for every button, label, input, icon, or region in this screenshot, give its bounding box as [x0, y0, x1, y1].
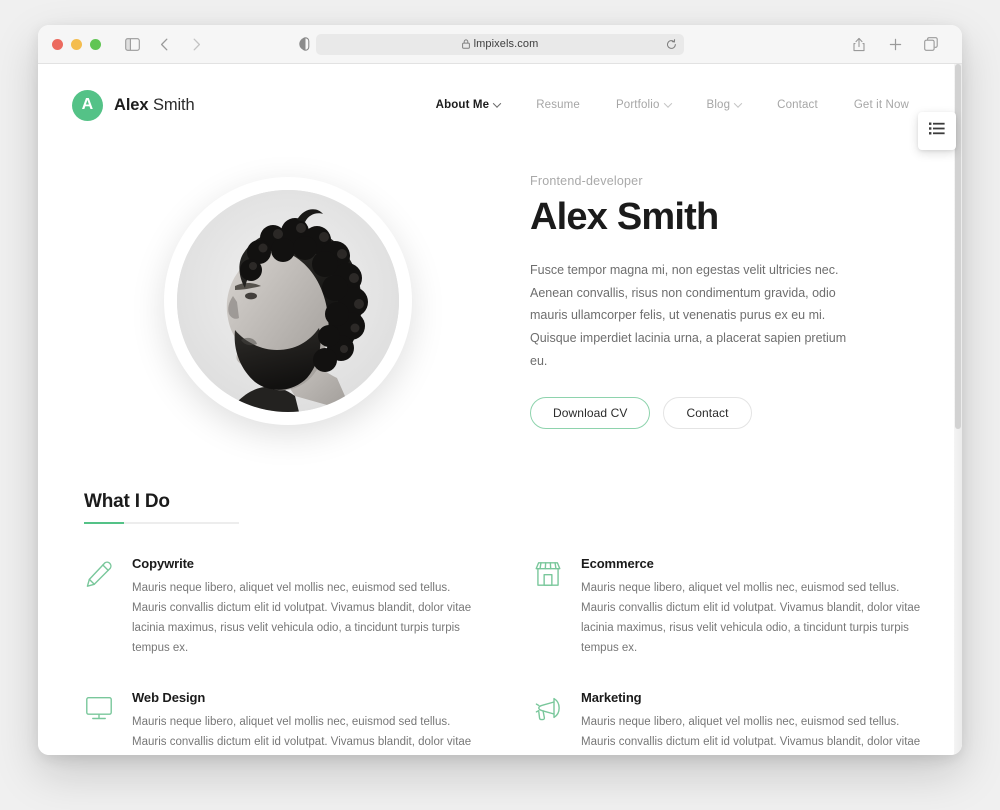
logo-text: Alex Smith [114, 96, 195, 115]
nav-item-contact[interactable]: Contact [759, 99, 836, 111]
close-window-button[interactable] [52, 38, 63, 50]
logo-badge: A [72, 89, 103, 121]
contact-button[interactable]: Contact [663, 396, 752, 429]
hero-subtitle: Frontend-developer [530, 174, 643, 188]
nav-label: Contact [777, 99, 818, 111]
nav-label: Resume [536, 99, 580, 111]
site-logo[interactable]: A Alex Smith [72, 89, 195, 121]
browser-window: lmpixels.com A Alex Smith About Me Resum… [38, 25, 962, 755]
lock-icon [461, 39, 470, 49]
toolbar-left-group [121, 33, 207, 55]
forward-chevron-icon[interactable] [185, 33, 207, 55]
chevron-down-icon [492, 99, 502, 108]
service-name: Web Design [132, 690, 206, 706]
nav-label: About Me [435, 99, 490, 111]
section-title-underline [84, 521, 239, 524]
what-i-do-section: What I Do Copywrite Mauris neque libero,… [38, 429, 962, 755]
services-grid: Copywrite Mauris neque libero, aliquet v… [84, 556, 922, 755]
service-text: Copywrite Mauris neque libero, aliquet v… [132, 556, 473, 659]
hero-paragraph: Fusce tempor magna mi, non egestas velit… [530, 262, 847, 368]
nav-item-get-it-now[interactable]: Get it Now [836, 99, 927, 111]
pencil-icon [84, 559, 114, 589]
megaphone-icon [533, 693, 563, 723]
page-title: Alex Smith [530, 196, 719, 238]
photo-ring [164, 177, 412, 426]
reader-view-icon[interactable] [294, 33, 316, 55]
nav-item-blog[interactable]: Blog [689, 99, 760, 111]
maximize-window-button[interactable] [90, 38, 101, 50]
nav-item-about-me[interactable]: About Me [418, 99, 519, 111]
page-viewport: A Alex Smith About Me Resume Portfolio B… [38, 64, 962, 755]
browser-toolbar: lmpixels.com [38, 25, 962, 64]
hero-text-block: Frontend-developer Alex Smith Fusce temp… [498, 174, 922, 429]
window-controls [52, 38, 101, 50]
minimize-window-button[interactable] [71, 38, 82, 50]
logo-first-name: Alex [114, 95, 149, 114]
url-text: lmpixels.com [473, 38, 539, 50]
reload-icon[interactable] [666, 38, 677, 50]
nav-label: Blog [706, 99, 731, 111]
service-item-copywrite: Copywrite Mauris neque libero, aliquet v… [84, 556, 473, 659]
toolbar-right-group [848, 33, 942, 55]
site-header: A Alex Smith About Me Resume Portfolio B… [38, 64, 962, 146]
monitor-icon [84, 693, 114, 723]
portrait-photo [177, 190, 399, 413]
service-name: Copywrite [132, 555, 194, 571]
service-description: Mauris neque libero, aliquet vel mollis … [581, 581, 921, 654]
service-description: Mauris neque libero, aliquet vel mollis … [132, 716, 472, 749]
nav-item-resume[interactable]: Resume [518, 99, 598, 111]
vertical-scrollbar[interactable] [954, 64, 962, 755]
nav-label: Portfolio [615, 99, 660, 111]
hero-actions: Download CV Contact [530, 396, 862, 429]
service-item-ecommerce: Ecommerce Mauris neque libero, aliquet v… [533, 556, 922, 659]
service-item-marketing: Marketing Mauris neque libero, aliquet v… [533, 690, 922, 755]
chevron-down-icon [663, 99, 672, 108]
service-text: Ecommerce Mauris neque libero, aliquet v… [581, 556, 922, 659]
list-menu-icon [929, 122, 945, 140]
chevron-down-icon [733, 99, 743, 108]
address-bar[interactable]: lmpixels.com [316, 33, 684, 55]
nav-item-portfolio[interactable]: Portfolio [598, 99, 689, 111]
service-name: Ecommerce [581, 555, 654, 571]
service-description: Mauris neque libero, aliquet vel mollis … [132, 581, 472, 654]
store-icon [533, 559, 563, 589]
logo-last-name: Smith [152, 95, 195, 114]
section-title-wrap: What I Do [84, 490, 239, 524]
nav-label: Get it Now [853, 99, 909, 111]
service-text: Web Design Mauris neque libero, aliquet … [132, 690, 473, 755]
service-item-web-design: Web Design Mauris neque libero, aliquet … [84, 690, 473, 755]
hero-section: Frontend-developer Alex Smith Fusce temp… [38, 146, 962, 429]
section-title: What I Do [84, 490, 170, 512]
sidebar-toggle-icon[interactable] [121, 33, 143, 55]
tab-overview-icon[interactable] [920, 33, 942, 55]
hero-photo-container [78, 177, 498, 426]
plus-icon[interactable] [884, 33, 906, 55]
download-cv-button[interactable]: Download CV [530, 396, 651, 429]
main-navigation: About Me Resume Portfolio Blog Contact G… [418, 99, 927, 111]
service-description: Mauris neque libero, aliquet vel mollis … [581, 716, 921, 749]
list-menu-button[interactable] [918, 112, 956, 150]
share-icon[interactable] [848, 33, 870, 55]
service-text: Marketing Mauris neque libero, aliquet v… [581, 690, 922, 755]
back-chevron-icon[interactable] [153, 33, 175, 55]
service-name: Marketing [581, 690, 642, 706]
